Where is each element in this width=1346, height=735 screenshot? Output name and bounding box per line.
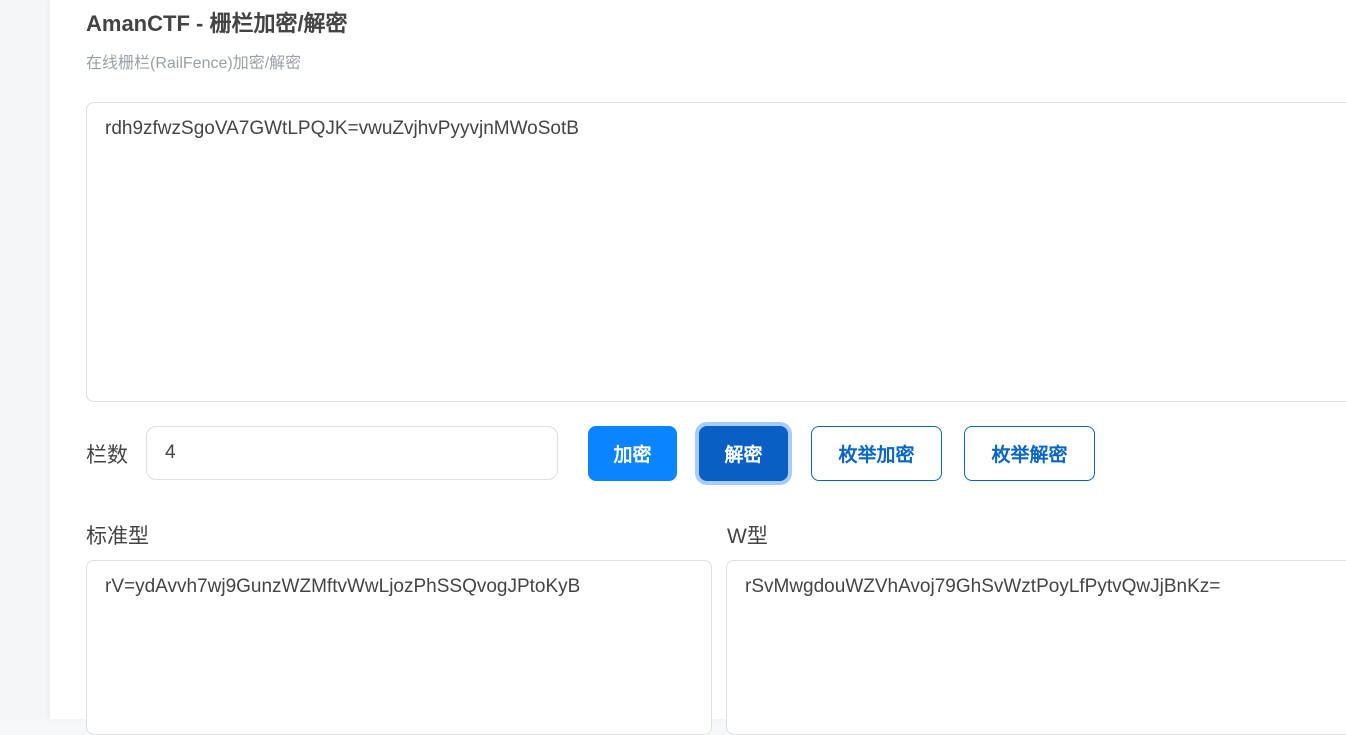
w-result-output[interactable]: rSvMwgdouWZVhAvoj79GhSvWztPoyLfPytvQwJjB… <box>726 560 1346 735</box>
standard-result-label: 标准型 <box>86 525 149 548</box>
page-title: AmanCTF - 栅栏加密/解密 <box>86 11 348 36</box>
rails-count-input[interactable] <box>146 426 558 480</box>
cipher-text-input[interactable]: rdh9zfwzSgoVA7GWtLPQJK=vwuZvjhvPyyvjnMWo… <box>86 102 1346 402</box>
enumerate-decrypt-button[interactable]: 枚举解密 <box>964 426 1095 481</box>
decrypt-button[interactable]: 解密 <box>699 426 788 481</box>
main-card: AmanCTF - 栅栏加密/解密 在线栅栏(RailFence)加密/解密 r… <box>50 0 1346 735</box>
page-subtitle: 在线栅栏(RailFence)加密/解密 <box>86 55 302 72</box>
enumerate-encrypt-button[interactable]: 枚举加密 <box>811 426 942 481</box>
encrypt-button[interactable]: 加密 <box>588 426 677 481</box>
rails-label: 栏数 <box>86 444 128 467</box>
w-result-label: W型 <box>727 525 768 548</box>
left-gutter <box>0 0 50 719</box>
standard-result-output[interactable]: rV=ydAvvh7wj9GunzWZMftvWwLjozPhSSQvogJPt… <box>86 560 712 735</box>
